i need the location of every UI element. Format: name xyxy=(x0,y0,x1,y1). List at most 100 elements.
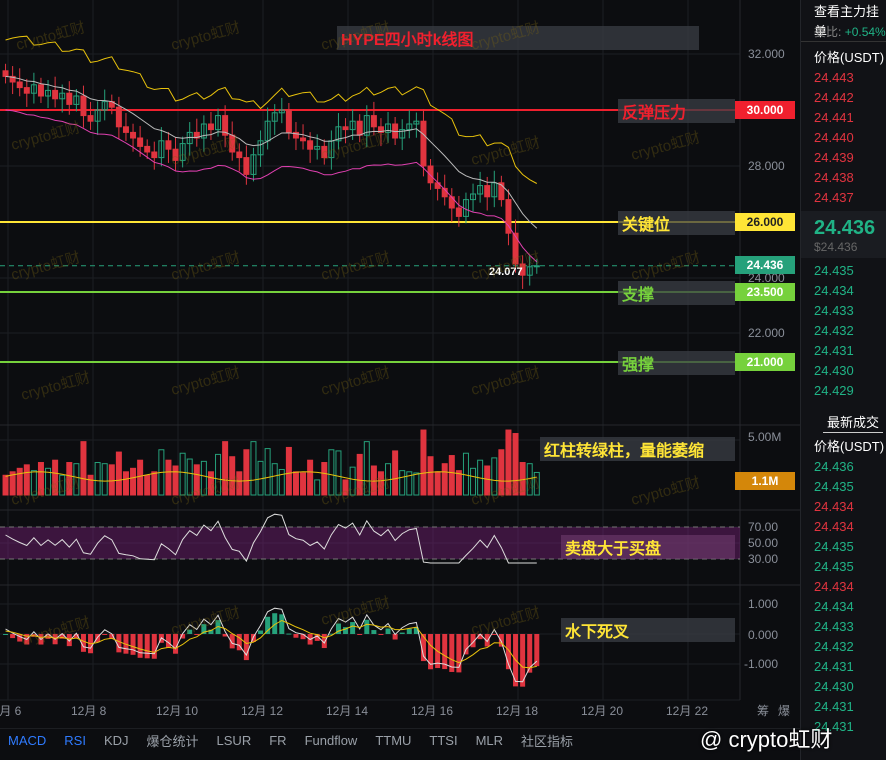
level-note: 支撑 xyxy=(618,281,735,305)
volume-axis: 5.00M xyxy=(748,430,782,444)
volume-bar xyxy=(285,446,292,496)
order-price[interactable]: 24.434 xyxy=(801,281,886,301)
macd-bar xyxy=(66,634,72,647)
candle xyxy=(165,140,172,150)
candle xyxy=(207,123,214,131)
order-price[interactable]: 24.435 xyxy=(801,261,886,281)
macd-bar xyxy=(194,634,200,635)
volume-bar xyxy=(59,474,66,496)
level-note: 强撑 xyxy=(618,351,735,375)
volume-bar xyxy=(37,462,44,496)
order-price[interactable]: 24.429 xyxy=(801,381,886,401)
indicator-tab-kdj[interactable]: KDJ xyxy=(104,733,129,748)
candle xyxy=(420,120,427,167)
order-price[interactable]: 24.433 xyxy=(801,301,886,321)
indicator-tab-爆仓统计[interactable]: 爆仓统计 xyxy=(147,731,199,750)
candle xyxy=(307,140,314,150)
volume-bar xyxy=(462,452,469,496)
time-axis-label: 12月 20 xyxy=(581,704,624,718)
level-note: 关键位 xyxy=(618,211,735,235)
price-axis-28: 28.000 xyxy=(748,159,785,173)
volume-bar xyxy=(342,479,349,496)
mid-price-usd: $24.436 xyxy=(814,240,858,254)
volume-bar xyxy=(101,463,108,496)
order-price[interactable]: 24.441 xyxy=(801,108,886,128)
order-price[interactable]: 24.439 xyxy=(801,148,886,168)
indicator-tab-ttsi[interactable]: TTSI xyxy=(429,733,457,748)
macd-axis-1: 1.000 xyxy=(748,597,779,611)
volume-bar xyxy=(243,449,250,496)
volume-bar xyxy=(314,479,321,496)
candle xyxy=(151,151,158,159)
ratio-label: 委比: xyxy=(814,25,842,39)
candle xyxy=(243,157,250,175)
indicator-tab-ttmu[interactable]: TTMU xyxy=(375,733,411,748)
indicator-tab-macd[interactable]: MACD xyxy=(8,733,46,748)
price-axis-32: 32.000 xyxy=(748,47,785,61)
volume-bar xyxy=(335,450,342,496)
volume-bar xyxy=(392,450,399,496)
volume-bar xyxy=(498,449,505,496)
level-price-tag: 21.000 xyxy=(735,353,795,371)
volume-bar xyxy=(172,465,179,496)
volume-bar xyxy=(278,468,285,496)
volume-bar xyxy=(236,471,243,496)
order-price[interactable]: 24.432 xyxy=(801,321,886,341)
candle xyxy=(137,137,144,147)
volume-bar xyxy=(321,462,328,496)
volume-bar xyxy=(52,459,59,496)
indicator-tab-lsur[interactable]: LSUR xyxy=(217,733,252,748)
macd-bar xyxy=(102,634,108,635)
macd-bar xyxy=(378,634,384,635)
order-price[interactable]: 24.440 xyxy=(801,128,886,148)
macd-bar xyxy=(144,634,150,659)
order-price[interactable]: 24.442 xyxy=(801,88,886,108)
volume-bar xyxy=(165,459,172,496)
volume-bar xyxy=(130,467,137,496)
level-note: 反弹压力 xyxy=(618,99,735,123)
rsi-axis-70: 70.00 xyxy=(748,520,779,534)
volume-bar xyxy=(87,474,94,496)
volume-bar xyxy=(144,474,151,496)
macd-bar xyxy=(364,619,370,634)
order-price[interactable]: 24.431 xyxy=(801,341,886,361)
indicator-tab-社区指标[interactable]: 社区指标 xyxy=(521,731,573,750)
order-price[interactable]: 24.437 xyxy=(801,188,886,208)
order-book-title[interactable]: 查看主力挂单 xyxy=(801,2,886,39)
volume-bar xyxy=(370,465,377,496)
volume-bar xyxy=(377,471,384,496)
macd-bar xyxy=(406,628,412,634)
liquidation-button[interactable]: 爆 xyxy=(778,702,790,719)
rsi-axis-50: 50.00 xyxy=(748,536,779,550)
brand-watermark: @ crypto虹财 xyxy=(700,727,833,752)
candle xyxy=(455,207,462,217)
trade-price: 24.435 xyxy=(814,479,854,494)
trade-price: 24.430 xyxy=(814,679,854,694)
order-price[interactable]: 24.430 xyxy=(801,361,886,381)
indicator-tab-rsi[interactable]: RSI xyxy=(64,733,86,748)
volume-current-tag: 1.1M xyxy=(735,472,795,490)
volume-bar xyxy=(420,429,427,496)
order-price[interactable]: 24.443 xyxy=(801,68,886,88)
volume-bar xyxy=(271,463,278,496)
volume-bar xyxy=(115,451,122,496)
volume-bar xyxy=(94,462,101,496)
macd-bar xyxy=(10,634,16,639)
indicator-tab-fundflow[interactable]: Fundflow xyxy=(305,733,358,748)
candle xyxy=(16,81,23,89)
volume-bar xyxy=(207,471,214,496)
low-price-marker: 24.077 xyxy=(489,266,523,278)
indicator-toolbar: MACD RSI KDJ 爆仓统计 LSUR FR Fundflow TTMU TTSI MLR 社… xyxy=(0,728,800,752)
indicator-tab-mlr[interactable]: MLR xyxy=(476,733,503,748)
volume-bar xyxy=(2,474,9,496)
macd-bar xyxy=(3,634,9,635)
trades-title[interactable]: 最新成交 xyxy=(823,413,883,433)
candle xyxy=(300,137,307,142)
order-price[interactable]: 24.438 xyxy=(801,168,886,188)
indicator-tab-fr[interactable]: FR xyxy=(269,733,286,748)
macd-bar xyxy=(151,634,157,659)
macd-bar xyxy=(187,629,193,634)
candle xyxy=(448,196,455,209)
chip-distribution-button[interactable]: 筹 xyxy=(757,702,769,719)
volume-bar xyxy=(434,471,441,496)
